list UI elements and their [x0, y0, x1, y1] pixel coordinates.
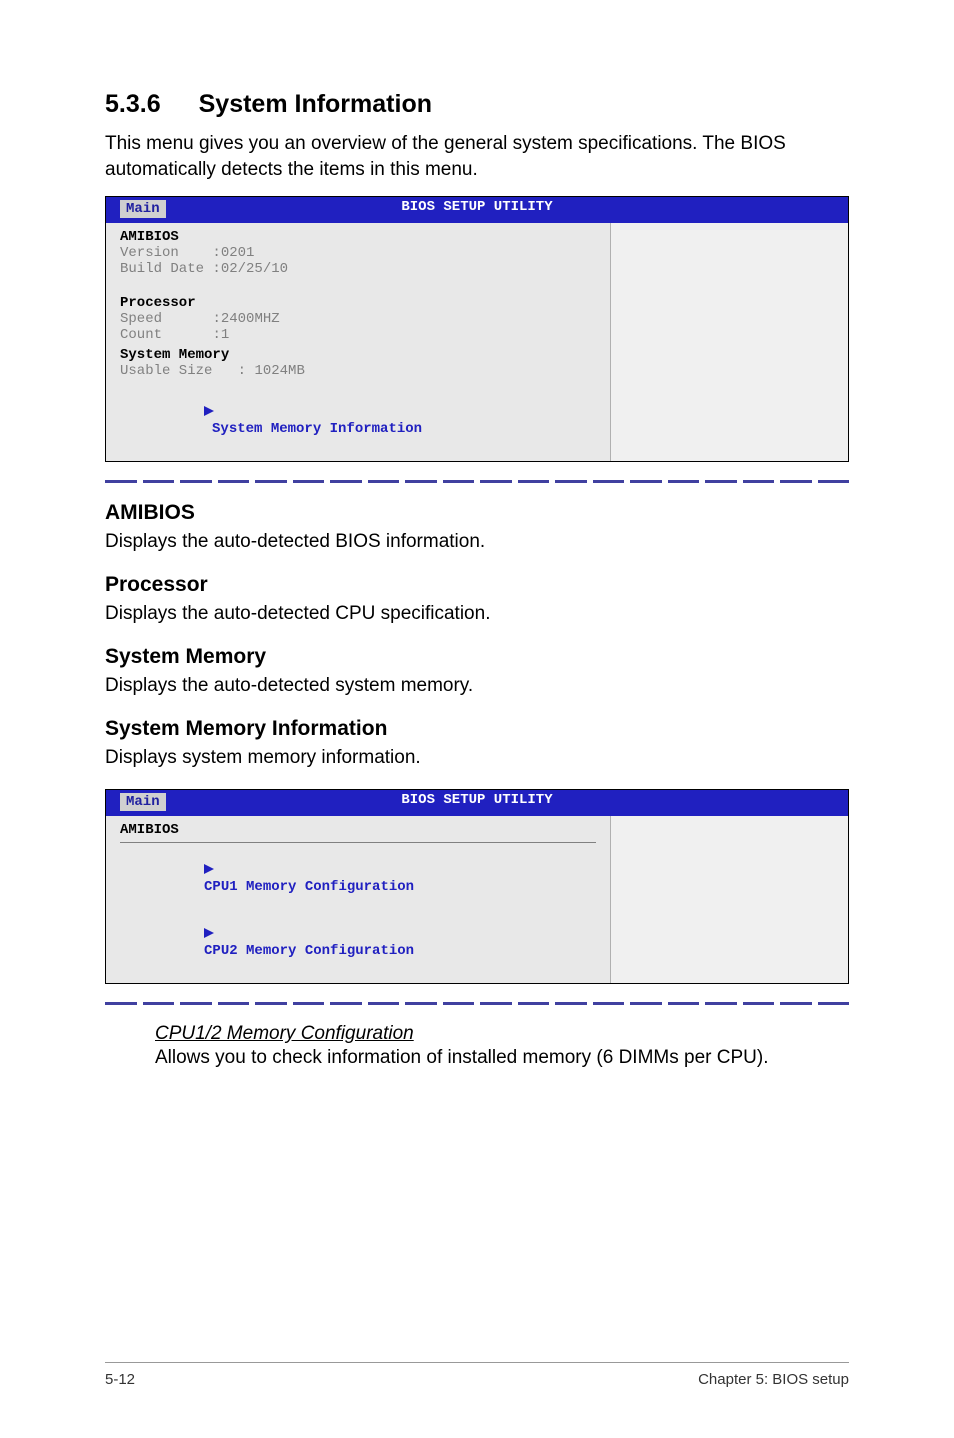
amibios-build-row: Build Date :02/25/10	[120, 261, 596, 277]
bios-body-2: AMIBIOS CPU1 Memory Configuration CPU2 M…	[106, 816, 848, 983]
cpu-memory-config-link: CPU1/2 Memory Configuration	[155, 1023, 849, 1045]
amibios-label-2: AMIBIOS	[120, 822, 596, 838]
bios-tab-main[interactable]: Main	[120, 200, 166, 218]
bios-utility-title-2: BIOS SETUP UTILITY	[401, 792, 552, 808]
page-footer: 5-12 Chapter 5: BIOS setup	[105, 1362, 849, 1388]
system-memory-desc: Displays the auto-detected system memory…	[105, 675, 849, 697]
system-memory-info-desc: Displays system memory information.	[105, 747, 849, 769]
amibios-desc: Displays the auto-detected BIOS informat…	[105, 531, 849, 553]
chapter-label: Chapter 5: BIOS setup	[698, 1371, 849, 1388]
speed-value: :2400MHZ	[212, 311, 279, 327]
shadow-divider	[105, 480, 849, 483]
bios-header: BIOS SETUP UTILITY Main	[106, 197, 848, 223]
divider-icon	[120, 842, 596, 843]
processor-desc: Displays the auto-detected CPU specifica…	[105, 603, 849, 625]
triangle-right-icon	[204, 864, 214, 874]
bios-tab-main-2[interactable]: Main	[120, 793, 166, 811]
processor-heading: Processor	[105, 573, 849, 597]
usable-size-row: Usable Size : 1024MB	[120, 363, 596, 379]
system-memory-label: System Memory	[120, 347, 596, 363]
system-memory-info-link[interactable]: System Memory Information	[120, 389, 596, 453]
cpu2-memory-config-link[interactable]: CPU2 Memory Configuration	[120, 911, 596, 975]
count-label: Count	[120, 327, 162, 343]
bios-header-2: BIOS SETUP UTILITY Main	[106, 790, 848, 816]
system-memory-info-label: System Memory Information	[212, 421, 422, 437]
section-title: 5.3.6 System Information	[105, 90, 849, 119]
page-number: 5-12	[105, 1371, 135, 1388]
cpu-memory-config-desc: Allows you to check information of insta…	[155, 1047, 849, 1069]
amibios-version-row: Version :0201	[120, 245, 596, 261]
section-name: System Information	[199, 90, 432, 118]
processor-speed-row: Speed :2400MHZ	[120, 311, 596, 327]
processor-count-row: Count :1	[120, 327, 596, 343]
bios-left-pane: AMIBIOS Version :0201 Build Date :02/25/…	[106, 223, 611, 461]
cpu1-memory-config-link[interactable]: CPU1 Memory Configuration	[120, 847, 596, 911]
shadow-divider-2	[105, 1002, 849, 1005]
bios-panel-system-info: BIOS SETUP UTILITY Main AMIBIOS Version …	[105, 196, 849, 462]
bios-utility-title: BIOS SETUP UTILITY	[401, 199, 552, 215]
section-intro: This menu gives you an overview of the g…	[105, 131, 849, 182]
system-memory-info-heading: System Memory Information	[105, 717, 849, 741]
count-value: :1	[212, 327, 229, 343]
cpu2-memory-config-label: CPU2 Memory Configuration	[204, 943, 414, 959]
bios-body: AMIBIOS Version :0201 Build Date :02/25/…	[106, 223, 848, 461]
bios-panel-memory-config: BIOS SETUP UTILITY Main AMIBIOS CPU1 Mem…	[105, 789, 849, 984]
cpu1-memory-config-label: CPU1 Memory Configuration	[204, 879, 414, 895]
triangle-right-icon	[204, 928, 214, 938]
bios-right-pane-2	[611, 816, 848, 983]
speed-label: Speed	[120, 311, 162, 327]
amibios-label: AMIBIOS	[120, 229, 596, 245]
system-memory-heading: System Memory	[105, 645, 849, 669]
build-label: Build Date	[120, 261, 204, 277]
build-value: :02/25/10	[212, 261, 288, 277]
triangle-right-icon	[204, 406, 214, 416]
processor-label: Processor	[120, 295, 596, 311]
usable-label: Usable Size	[120, 363, 212, 379]
version-label: Version	[120, 245, 179, 261]
amibios-heading: AMIBIOS	[105, 501, 849, 525]
section-number: 5.3.6	[105, 90, 161, 119]
version-value: :0201	[212, 245, 254, 261]
bios-right-pane	[611, 223, 848, 461]
bios-left-pane-2: AMIBIOS CPU1 Memory Configuration CPU2 M…	[106, 816, 611, 983]
usable-value: : 1024MB	[238, 363, 305, 379]
